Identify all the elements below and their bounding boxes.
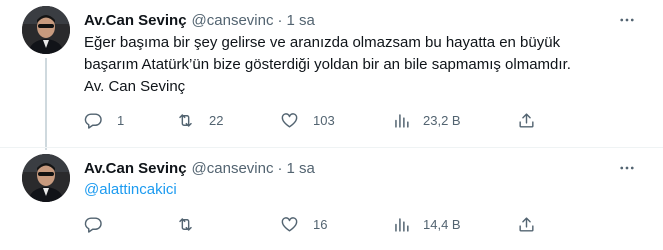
avatar[interactable] bbox=[22, 154, 70, 202]
share-icon bbox=[519, 112, 534, 128]
tweet-header: Av.Can Sevinç @cansevinc · 1 sa bbox=[84, 10, 315, 30]
tweet-text: Eğer başıma bir şey gelirse ve aranızda … bbox=[84, 32, 644, 98]
tweet[interactable]: Av.Can Sevinç @cansevinc · 1 sa Eğer baş… bbox=[0, 0, 663, 150]
more-options-button[interactable] bbox=[615, 8, 639, 32]
separator-dot: · bbox=[277, 159, 283, 177]
reply-count: 1 bbox=[117, 112, 125, 128]
like-button[interactable]: 16 bbox=[280, 212, 327, 236]
retweet-count: 22 bbox=[209, 112, 224, 128]
reply-icon bbox=[84, 112, 102, 129]
like-count: 16 bbox=[313, 216, 328, 232]
thread-connector-line bbox=[45, 58, 47, 150]
reply-icon bbox=[84, 216, 102, 233]
tweet-actions: 1 22 103 23,2 B bbox=[84, 108, 544, 132]
more-horizontal-icon bbox=[620, 18, 634, 22]
retweet-icon bbox=[179, 113, 192, 127]
views-count: 14,4 B bbox=[423, 216, 461, 232]
more-options-button[interactable] bbox=[615, 156, 639, 180]
reply-button[interactable]: 1 bbox=[84, 108, 124, 132]
author-name[interactable]: Av.Can Sevinç bbox=[84, 12, 187, 29]
views-button[interactable]: 23,2 B bbox=[392, 108, 461, 132]
author-name[interactable]: Av.Can Sevinç bbox=[84, 160, 187, 177]
tweet-timestamp[interactable]: 1 sa bbox=[286, 12, 314, 29]
views-chart-icon bbox=[395, 217, 409, 232]
retweet-icon bbox=[179, 217, 192, 231]
reply-button[interactable] bbox=[84, 212, 117, 236]
tweet-timestamp[interactable]: 1 sa bbox=[286, 160, 314, 177]
share-icon bbox=[519, 216, 534, 232]
share-button[interactable] bbox=[517, 108, 536, 132]
separator-dot: · bbox=[277, 11, 283, 29]
avatar-photo bbox=[22, 6, 70, 54]
views-chart-icon bbox=[395, 113, 409, 128]
views-count: 23,2 B bbox=[423, 112, 461, 128]
tweet[interactable]: Av.Can Sevinç @cansevinc · 1 sa @alattin… bbox=[0, 148, 663, 250]
author-handle[interactable]: @cansevinc bbox=[192, 12, 274, 29]
heart-icon bbox=[281, 216, 298, 232]
avatar-photo bbox=[22, 154, 70, 202]
share-button[interactable] bbox=[517, 212, 536, 236]
like-button[interactable]: 103 bbox=[280, 108, 335, 132]
more-horizontal-icon bbox=[620, 166, 634, 170]
tweet-text-line: Eğer başıma bir şey gelirse ve aranızda … bbox=[84, 34, 561, 51]
heart-icon bbox=[281, 112, 298, 128]
retweet-button[interactable] bbox=[176, 212, 209, 236]
tweet-text-line: Av. Can Sevinç bbox=[84, 78, 186, 95]
like-count: 103 bbox=[313, 112, 335, 128]
tweet-header: Av.Can Sevinç @cansevinc · 1 sa bbox=[84, 158, 315, 178]
retweet-button[interactable]: 22 bbox=[176, 108, 223, 132]
mention-link[interactable]: @alattincakici bbox=[84, 179, 177, 201]
tweet-text-line: başarım Atatürk’ün bize gösterdiği yolda… bbox=[84, 56, 571, 73]
avatar[interactable] bbox=[22, 6, 70, 54]
views-button[interactable]: 14,4 B bbox=[392, 212, 461, 236]
tweet-actions: 16 14,4 B bbox=[84, 212, 544, 236]
author-handle[interactable]: @cansevinc bbox=[192, 160, 274, 177]
